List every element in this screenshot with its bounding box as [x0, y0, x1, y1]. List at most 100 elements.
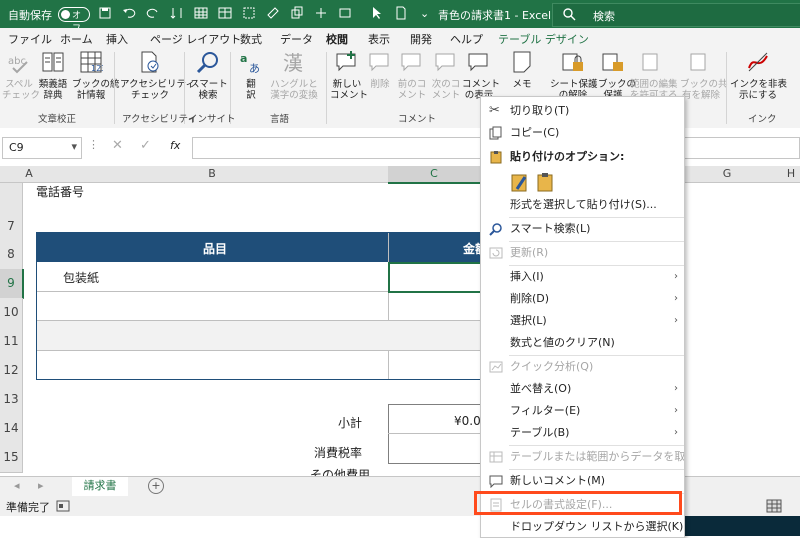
tab-developer[interactable]: 開発 [410, 31, 432, 47]
memo-button[interactable]: メモ [508, 50, 536, 90]
prev-comment-icon [401, 53, 421, 72]
hide-ink-button[interactable]: インクを非表 示にする [730, 50, 787, 101]
group-language: 言語 [270, 114, 290, 125]
tab-help[interactable]: ヘルプ [450, 31, 483, 47]
delete-comment-button[interactable]: 削除 [366, 50, 394, 90]
show-comments-button[interactable]: コメント の表示 [462, 50, 500, 101]
name-box[interactable]: C9 ▾ [2, 137, 82, 159]
copy-qat-icon[interactable] [290, 6, 304, 20]
menu-item-pick-from-list[interactable]: ドロップダウン リストから選択(K)... [481, 517, 684, 537]
next-sheet-icon[interactable]: ▸ [38, 479, 44, 492]
column-header-a[interactable]: A [22, 166, 37, 183]
menu-item-insert[interactable]: 挿入(I) › [481, 267, 684, 287]
normal-view-icon[interactable] [766, 499, 782, 513]
enter-icon[interactable]: ✓ [140, 138, 151, 153]
row-header-6[interactable] [0, 183, 23, 213]
group-separator [726, 52, 727, 124]
menu-separator [509, 265, 684, 266]
undo-icon[interactable] [122, 6, 136, 20]
row-header-12[interactable]: 12 [0, 356, 23, 386]
tab-formulas[interactable]: 数式 [240, 31, 262, 47]
border-icon[interactable] [242, 6, 256, 20]
thesaurus-button[interactable]: 類義語 辞典 [36, 50, 70, 101]
paint-icon[interactable] [266, 6, 280, 20]
column-header-h[interactable]: H [771, 166, 800, 183]
paste-formatting-icon[interactable] [509, 171, 531, 193]
column-header-g[interactable]: G [683, 166, 772, 183]
save-icon[interactable] [98, 6, 112, 20]
add-sheet-icon[interactable]: + [148, 478, 164, 494]
grid-icon[interactable] [194, 6, 208, 20]
format-icon[interactable] [338, 6, 352, 20]
unshare-workbook-icon [690, 53, 706, 71]
prev-comment-button[interactable]: 前のコ メント [396, 50, 428, 101]
redo-icon[interactable] [146, 6, 160, 20]
menu-item-sort[interactable]: 並べ替え(O) › [481, 379, 684, 399]
tab-data[interactable]: データ [280, 31, 313, 47]
hangul-hanja-icon: 漢 [283, 51, 303, 75]
smart-lookup-button[interactable]: スマート 検索 [190, 50, 228, 101]
row-header-8[interactable]: 8 [0, 240, 23, 270]
memo-icon [513, 51, 531, 73]
tab-page-layout[interactable]: ページ レイアウト [150, 31, 241, 47]
cancel-icon[interactable]: ✕ [112, 138, 123, 153]
protect-sheet-button[interactable]: シート保護 の解除 [550, 50, 598, 101]
protect-workbook-button[interactable]: ブックの 保護 [598, 50, 636, 101]
menu-label: 数式と値のクリア(N) [510, 336, 615, 349]
workbook-stats-button[interactable]: 123 ブックの統 計情報 [72, 50, 120, 101]
menu-item-select[interactable]: 選択(L) › [481, 311, 684, 331]
tab-file[interactable]: ファイル [8, 31, 52, 47]
autosave-toggle[interactable]: オフ [58, 7, 90, 34]
menu-item-paste-special[interactable]: 形式を選択して貼り付け(S)... [481, 195, 684, 215]
delete-comment-icon [369, 53, 389, 72]
column-header-b[interactable]: B [36, 166, 389, 183]
accessibility-check-button[interactable]: アクセシビリティ チェック [120, 50, 195, 101]
new-comment-button[interactable]: 新しい コメント [330, 50, 368, 101]
qat-more-icon[interactable]: ⌄ [420, 7, 429, 20]
menu-item-cut[interactable]: ✂ 切り取り(T) [481, 101, 684, 121]
select-all-corner[interactable] [0, 166, 23, 183]
menu-item-copy[interactable]: コピー(C) [481, 123, 684, 143]
pointer-icon[interactable] [370, 6, 384, 20]
tab-table-design[interactable]: テーブル デザイン [498, 31, 589, 47]
column-header-c[interactable]: C [388, 166, 481, 184]
table-column-divider [388, 233, 389, 379]
paste-values-icon[interactable] [535, 171, 557, 193]
selected-cell-c9[interactable] [388, 262, 489, 293]
insert-icon[interactable] [314, 6, 328, 20]
row-header-10[interactable]: 10 [0, 298, 23, 328]
menu-item-clear-contents[interactable]: 数式と値のクリア(N) [481, 333, 684, 353]
page-icon[interactable] [394, 6, 408, 20]
protect-workbook-icon [602, 53, 623, 71]
next-comment-button[interactable]: 次のコ メント [430, 50, 462, 101]
hangul-hanja-button[interactable]: 漢 ハングルと 漢字の変換 [268, 50, 320, 101]
translate-button[interactable]: aあ 翻 訳 [236, 50, 266, 101]
menu-item-new-comment[interactable]: 新しいコメント(M) [481, 471, 684, 491]
row-header-15[interactable]: 15 [0, 443, 23, 473]
macro-record-icon[interactable] [56, 499, 70, 513]
row9-item: 包装紙 [63, 271, 100, 285]
allow-edit-ranges-button[interactable]: 範囲の編集 を許可する [630, 50, 678, 101]
row-header-14[interactable]: 14 [0, 414, 23, 444]
sheet-tab-invoice[interactable]: 請求書 [72, 477, 128, 498]
unshare-workbook-button[interactable]: ブックの共 有を解除 [680, 50, 728, 101]
tab-home[interactable]: ホーム [60, 31, 93, 47]
translate-label: 翻 訳 [246, 79, 256, 101]
menu-item-table[interactable]: テーブル(B) › [481, 423, 684, 443]
tab-insert[interactable]: 挿入 [106, 31, 128, 47]
menu-item-smart-lookup[interactable]: スマート検索(L) [481, 219, 684, 239]
menu-item-filter[interactable]: フィルター(E) › [481, 401, 684, 421]
menu-item-delete[interactable]: 削除(D) › [481, 289, 684, 309]
tab-view[interactable]: 表示 [368, 31, 390, 47]
row-header-13[interactable]: 13 [0, 385, 23, 415]
sort-icon[interactable] [170, 6, 184, 20]
table-grid-icon[interactable] [218, 6, 232, 20]
prev-sheet-icon[interactable]: ◂ [14, 479, 20, 492]
spell-check-button[interactable]: abc スペル チェック [2, 50, 40, 101]
row-header-9[interactable]: 9 [0, 269, 24, 299]
chevron-down-icon[interactable]: ▾ [71, 140, 77, 153]
search-box[interactable]: 検索 [552, 3, 800, 27]
insert-function-icon[interactable]: fx [170, 139, 180, 152]
row-header-7[interactable]: 7 [0, 212, 23, 241]
row-header-11[interactable]: 11 [0, 327, 23, 357]
